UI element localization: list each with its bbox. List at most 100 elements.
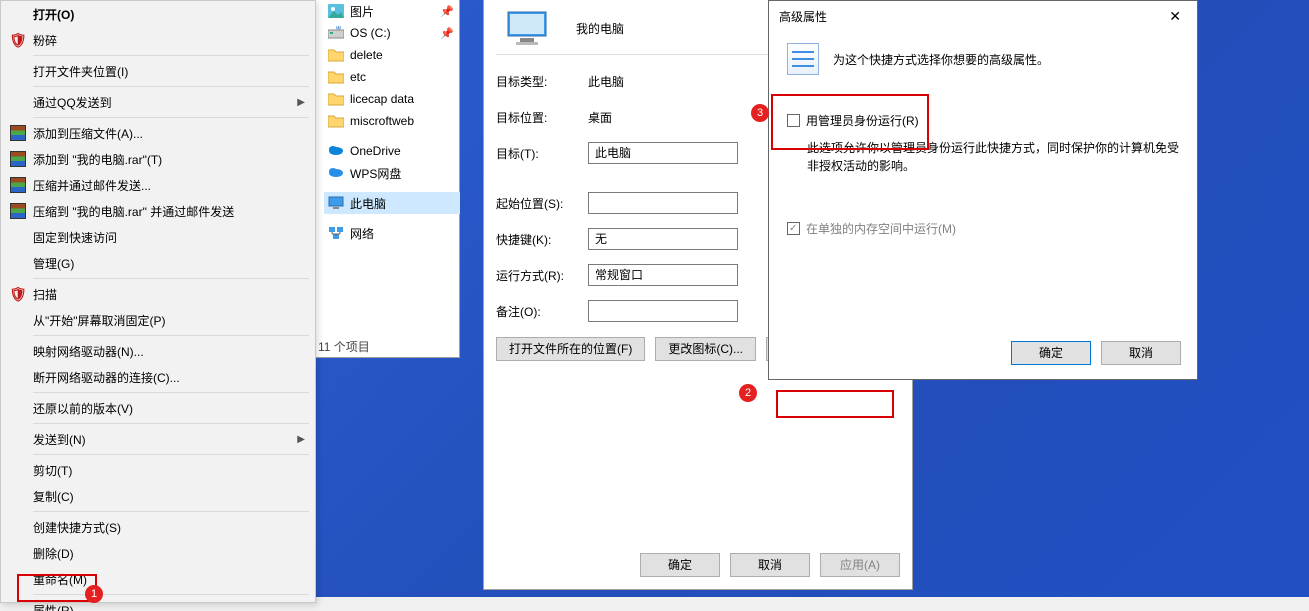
pin-icon: 📌 — [440, 27, 454, 40]
network-icon — [328, 226, 344, 240]
context-menu-item[interactable]: 断开网络驱动器的连接(C)... — [1, 364, 315, 390]
context-menu-item[interactable]: 添加到 "我的电脑.rar"(T) — [1, 146, 315, 172]
context-menu-item[interactable]: 创建快捷方式(S) — [1, 514, 315, 540]
start-in-input[interactable] — [588, 192, 738, 214]
close-icon[interactable]: ✕ — [1161, 6, 1189, 27]
shortcut-key-label: 快捷键(K): — [496, 231, 588, 248]
explorer-item[interactable]: miscroftweb — [324, 110, 460, 132]
explorer-item-label: licecap data — [350, 92, 414, 106]
context-menu-item-label: 打开文件夹位置(I) — [33, 63, 128, 80]
explorer-item[interactable]: etc — [324, 66, 460, 88]
advanced-cancel-button[interactable]: 取消 — [1101, 341, 1181, 365]
target-location-label: 目标位置: — [496, 109, 588, 126]
open-file-location-button[interactable]: 打开文件所在的位置(F) — [496, 337, 645, 361]
context-menu-item[interactable]: 压缩并通过邮件发送... — [1, 172, 315, 198]
context-menu-item[interactable]: 🛡粉碎 — [1, 27, 315, 53]
pin-icon: 📌 — [440, 5, 454, 18]
context-menu-item[interactable]: 压缩到 "我的电脑.rar" 并通过邮件发送 — [1, 198, 315, 224]
run-as-admin-checkbox[interactable] — [787, 114, 800, 127]
context-menu-item-label: 固定到快速访问 — [33, 229, 117, 246]
run-mode-label: 运行方式(R): — [496, 267, 588, 284]
context-menu-item[interactable]: 打开文件夹位置(I) — [1, 58, 315, 84]
explorer-item[interactable]: 此电脑 — [324, 192, 460, 214]
context-menu-item[interactable]: 复制(C) — [1, 483, 315, 509]
context-menu-item[interactable]: 从"开始"屏幕取消固定(P) — [1, 307, 315, 333]
context-menu-item-label: 创建快捷方式(S) — [33, 519, 121, 536]
context-menu-item[interactable]: 映射网络驱动器(N)... — [1, 338, 315, 364]
context-menu-item[interactable]: 🛡 扫描 — [1, 281, 315, 307]
run-as-admin-description: 此选项允许你以管理员身份运行此快捷方式，同时保护你的计算机免受非授权活动的影响。 — [807, 139, 1179, 175]
explorer-item[interactable]: delete — [324, 44, 460, 66]
context-menu[interactable]: 打开(O) 🛡粉碎打开文件夹位置(I) 通过QQ发送到 ▶ 添加到压缩文件(A)... 添… — [0, 0, 316, 603]
run-as-admin-label: 用管理员身份运行(R) — [806, 112, 919, 129]
context-menu-item-label: 添加到 "我的电脑.rar"(T) — [33, 151, 162, 168]
context-menu-item[interactable]: 固定到快速访问 — [1, 224, 315, 250]
explorer-item[interactable]: WPS网盘 — [324, 162, 460, 184]
context-menu-item[interactable]: 通过QQ发送到 ▶ — [1, 89, 315, 115]
context-menu-item-label: 还原以前的版本(V) — [33, 400, 133, 417]
context-menu-item[interactable]: 发送到(N)▶ — [1, 426, 315, 452]
this-pc-icon — [506, 10, 548, 46]
explorer-item-label: miscroftweb — [350, 114, 414, 128]
context-menu-item-label: 通过QQ发送到 — [33, 94, 112, 111]
context-menu-item[interactable]: 剪切(T) — [1, 457, 315, 483]
explorer-item-label: WPS网盘 — [350, 165, 401, 182]
explorer-item[interactable]: 图片📌 — [324, 0, 460, 22]
winrar-icon — [10, 203, 26, 219]
advanced-ok-button[interactable]: 确定 — [1011, 341, 1091, 365]
explorer-item[interactable]: ⊞OS (C:)📌 — [324, 22, 460, 44]
chevron-right-icon: ▶ — [297, 97, 305, 108]
context-menu-item-label: 断开网络驱动器的连接(C)... — [33, 369, 180, 386]
separate-memory-label: 在单独的内存空间中运行(M) — [806, 220, 956, 237]
properties-list-icon — [787, 43, 819, 75]
separate-memory-checkbox — [787, 222, 800, 235]
explorer-nav-tree[interactable]: 图片📌⊞OS (C:)📌 delete etc licecap data miscrof… — [324, 0, 460, 244]
target-type-label: 目标类型: — [496, 73, 588, 90]
context-menu-item-label: 复制(C) — [33, 488, 74, 505]
advanced-description: 为这个快捷方式选择你想要的高级属性。 — [833, 51, 1049, 68]
explorer-item-label: delete — [350, 48, 383, 62]
svg-text:⊞: ⊞ — [336, 26, 341, 31]
wps-icon — [328, 166, 344, 180]
context-menu-item-label: 扫描 — [33, 286, 57, 303]
target-input[interactable]: 此电脑 — [588, 142, 738, 164]
shortcut-key-input[interactable]: 无 — [588, 228, 738, 250]
winrar-icon — [10, 151, 26, 167]
context-menu-item-label: 从"开始"屏幕取消固定(P) — [33, 312, 166, 329]
comment-input[interactable] — [588, 300, 738, 322]
properties-ok-button[interactable]: 确定 — [640, 553, 720, 577]
explorer-item-label: 网络 — [350, 225, 374, 242]
folder-icon — [328, 114, 344, 128]
context-menu-item-label: 添加到压缩文件(A)... — [33, 125, 143, 142]
onedrive-icon — [328, 144, 344, 158]
explorer-item[interactable]: 网络 — [324, 222, 460, 244]
mcafee-icon: 🛡 — [9, 286, 27, 303]
properties-apply-button[interactable]: 应用(A) — [820, 553, 900, 577]
advanced-dialog-title: 高级属性 — [779, 8, 827, 25]
context-menu-item-label: 属性(R) — [33, 602, 74, 611]
explorer-item[interactable]: licecap data — [324, 88, 460, 110]
context-menu-item-label: 压缩到 "我的电脑.rar" 并通过邮件发送 — [33, 203, 234, 220]
change-icon-button[interactable]: 更改图标(C)... — [655, 337, 756, 361]
winrar-icon — [10, 125, 26, 141]
context-menu-item[interactable]: 添加到压缩文件(A)... — [1, 120, 315, 146]
context-menu-item[interactable]: 重命名(M) — [1, 566, 315, 592]
drive-icon: ⊞ — [328, 26, 344, 40]
folder-icon — [328, 92, 344, 106]
thispc-icon — [328, 196, 344, 210]
context-menu-item[interactable]: 打开(O) — [1, 1, 315, 27]
context-menu-item[interactable]: 还原以前的版本(V) — [1, 395, 315, 421]
run-mode-select[interactable]: 常规窗口 — [588, 264, 738, 286]
folder-icon — [328, 70, 344, 84]
context-menu-item[interactable]: 属性(R) — [1, 597, 315, 611]
context-menu-item-label: 压缩并通过邮件发送... — [33, 177, 151, 194]
context-menu-item-label: 打开(O) — [33, 6, 74, 23]
context-menu-item-label: 删除(D) — [33, 545, 74, 562]
properties-cancel-button[interactable]: 取消 — [730, 553, 810, 577]
chevron-right-icon: ▶ — [297, 434, 305, 445]
folder-icon — [328, 48, 344, 62]
comment-label: 备注(O): — [496, 303, 588, 320]
context-menu-item[interactable]: 管理(G) — [1, 250, 315, 276]
context-menu-item[interactable]: 删除(D) — [1, 540, 315, 566]
explorer-item[interactable]: OneDrive — [324, 140, 460, 162]
